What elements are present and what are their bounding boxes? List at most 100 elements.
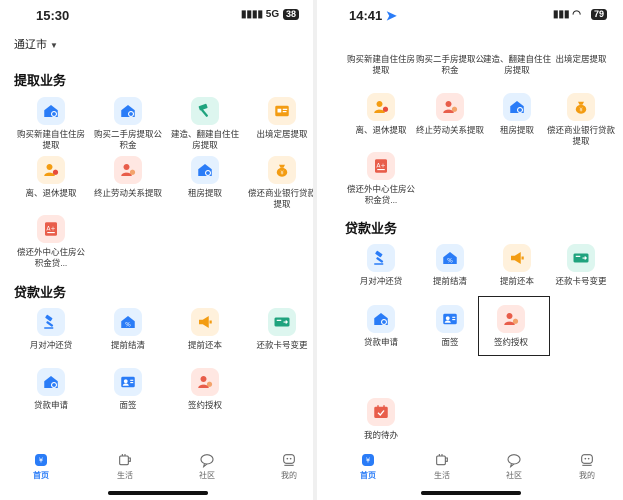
profile-icon [281, 452, 297, 468]
battery-icon: 38 [283, 9, 300, 20]
status-time: 14:41 ➤ [349, 8, 397, 23]
home-icon [33, 452, 49, 468]
tile-repay-commercial[interactable]: 偿还商业银行贷款提取 [543, 93, 619, 147]
cup-icon [434, 452, 450, 468]
document-icon [37, 215, 65, 243]
tile-emigrate[interactable]: 出境定居提取 [543, 50, 619, 65]
signal-bars-icon: ▮▮▮▮ [241, 9, 266, 20]
person-icon [37, 156, 65, 184]
tile-rent[interactable]: 租房提取 [167, 156, 243, 199]
section-title-loan: 贷款业务 [14, 285, 67, 300]
tile-monthly-offset[interactable]: 月对冲还贷 [13, 308, 89, 351]
tab-community[interactable]: 社区 [182, 452, 232, 481]
tile-buy-new-house[interactable]: 购买新建自住住房提取 [13, 97, 89, 151]
house-icon [191, 156, 219, 184]
section-title-withdraw: 提取业务 [14, 73, 67, 88]
tile-label: 面签 [119, 400, 137, 410]
tile-early-repay[interactable]: 提前还本 [167, 308, 243, 351]
tile-label: 贷款申请 [363, 337, 398, 347]
tile-loan-apply[interactable]: 贷款申请 [13, 368, 89, 411]
chat-icon [506, 452, 522, 468]
tile-buy-second-hand[interactable]: 购买二手房提取公积金 [90, 97, 166, 151]
tile-label: 购买新建自住住房提取 [346, 54, 415, 75]
tile-retire[interactable]: 离、退休提取 [13, 156, 89, 199]
tile-label: 偿还商业银行贷款提取 [247, 188, 313, 209]
tab-community[interactable]: 社区 [489, 452, 539, 481]
id-card-icon [268, 97, 296, 125]
tab-label: 首页 [360, 471, 376, 480]
signal-wifi-icon: ▮▮▮ ◠ [553, 9, 582, 20]
tab-life[interactable]: 生活 [417, 452, 467, 481]
tile-retire[interactable]: 离、退休提取 [343, 93, 419, 136]
tab-label: 生活 [117, 471, 133, 480]
person-icon [367, 93, 395, 121]
hammer-icon [191, 97, 219, 125]
tile-buy-new-house[interactable]: 购买新建自住住房提取 [343, 50, 419, 76]
home-icon [360, 452, 376, 468]
tile-label: 购买二手房提取公积金 [415, 54, 484, 75]
tile-my-todo[interactable]: 我的待办 [343, 398, 419, 441]
tab-label: 社区 [506, 471, 522, 480]
tile-repay-commercial[interactable]: 偿还商业银行贷款提取 [244, 156, 313, 210]
chat-icon [199, 452, 215, 468]
tile-label: 出境定居提取 [555, 54, 607, 64]
tile-loan-apply[interactable]: 贷款申请 [343, 305, 419, 348]
settle-icon [114, 308, 142, 336]
status-bar: 15:30 ▮▮▮▮ 5G 38 [0, 0, 313, 28]
tile-label: 提前还本 [187, 340, 222, 350]
home-indicator [108, 491, 208, 495]
person-icon [114, 156, 142, 184]
tile-label: 月对冲还贷 [29, 340, 73, 350]
tile-label: 偿还外中心住房公积金贷... [346, 184, 415, 205]
tile-build-house[interactable]: 建造、翻建自住住房提取 [167, 97, 243, 151]
face-sign-icon [114, 368, 142, 396]
person-icon [436, 93, 464, 121]
money-bag-icon [567, 93, 595, 121]
tile-terminate-labor[interactable]: 终止劳动关系提取 [90, 156, 166, 199]
tile-repay-other-center[interactable]: 偿还外中心住房公积金贷... [13, 215, 89, 269]
tab-mine[interactable]: 我的 [264, 452, 313, 481]
bank-card-icon [567, 244, 595, 272]
money-bag-icon [268, 156, 296, 184]
location-icon: ➤ [385, 8, 397, 23]
signal-indicator: ▮▮▮▮ 5G [241, 9, 279, 20]
city-name: 通辽市 [14, 39, 47, 51]
tile-label: 提前结清 [110, 340, 145, 350]
tile-change-card[interactable]: 还款卡号变更 [244, 308, 313, 351]
house-icon [503, 93, 531, 121]
tile-early-settle[interactable]: 提前结清 [412, 244, 488, 287]
tile-face-sign[interactable]: 面签 [90, 368, 166, 411]
tile-label: 购买新建自住住房提取 [16, 129, 85, 150]
tile-label: 离、退休提取 [25, 188, 77, 198]
tile-buy-second-hand[interactable]: 购买二手房提取公积金 [412, 50, 488, 76]
tile-terminate-labor[interactable]: 终止劳动关系提取 [412, 93, 488, 136]
network-type: 5G [265, 9, 280, 20]
tile-early-settle[interactable]: 提前结清 [90, 308, 166, 351]
caret-down-icon: ▼ [50, 41, 58, 50]
tab-label: 我的 [579, 471, 595, 480]
tab-life[interactable]: 生活 [100, 452, 150, 481]
calendar-check-icon [367, 398, 395, 426]
tab-label: 首页 [33, 471, 49, 480]
battery-icon: 79 [591, 9, 608, 20]
tile-label: 月对冲还贷 [359, 276, 403, 286]
profile-icon [579, 452, 595, 468]
left-screen: 15:30 ▮▮▮▮ 5G 38 通辽市 ▼ 提取业务 购买新建自住住房提取 购买… [0, 0, 313, 500]
tab-home[interactable]: 首页 [16, 452, 66, 481]
tab-mine[interactable]: 我的 [562, 452, 612, 481]
megaphone-icon [191, 308, 219, 336]
tile-repay-other-center[interactable]: 偿还外中心住房公积金贷... [343, 152, 419, 206]
tile-label: 我的待办 [363, 430, 398, 440]
tab-home[interactable]: 首页 [343, 452, 393, 481]
city-selector[interactable]: 通辽市 ▼ [14, 36, 58, 52]
tile-label: 出境定居提取 [256, 129, 308, 139]
tile-label: 偿还外中心住房公积金贷... [16, 247, 85, 268]
tile-label: 偿还商业银行贷款提取 [546, 125, 615, 146]
tile-label: 终止劳动关系提取 [93, 188, 162, 198]
tile-sign-authorize[interactable]: 签约授权 [167, 368, 243, 411]
tile-monthly-offset[interactable]: 月对冲还贷 [343, 244, 419, 287]
tab-label: 我的 [281, 471, 297, 480]
tile-label: 购买二手房提取公积金 [93, 129, 162, 150]
tile-change-card[interactable]: 还款卡号变更 [543, 244, 619, 287]
tile-emigrate[interactable]: 出境定居提取 [244, 97, 313, 140]
